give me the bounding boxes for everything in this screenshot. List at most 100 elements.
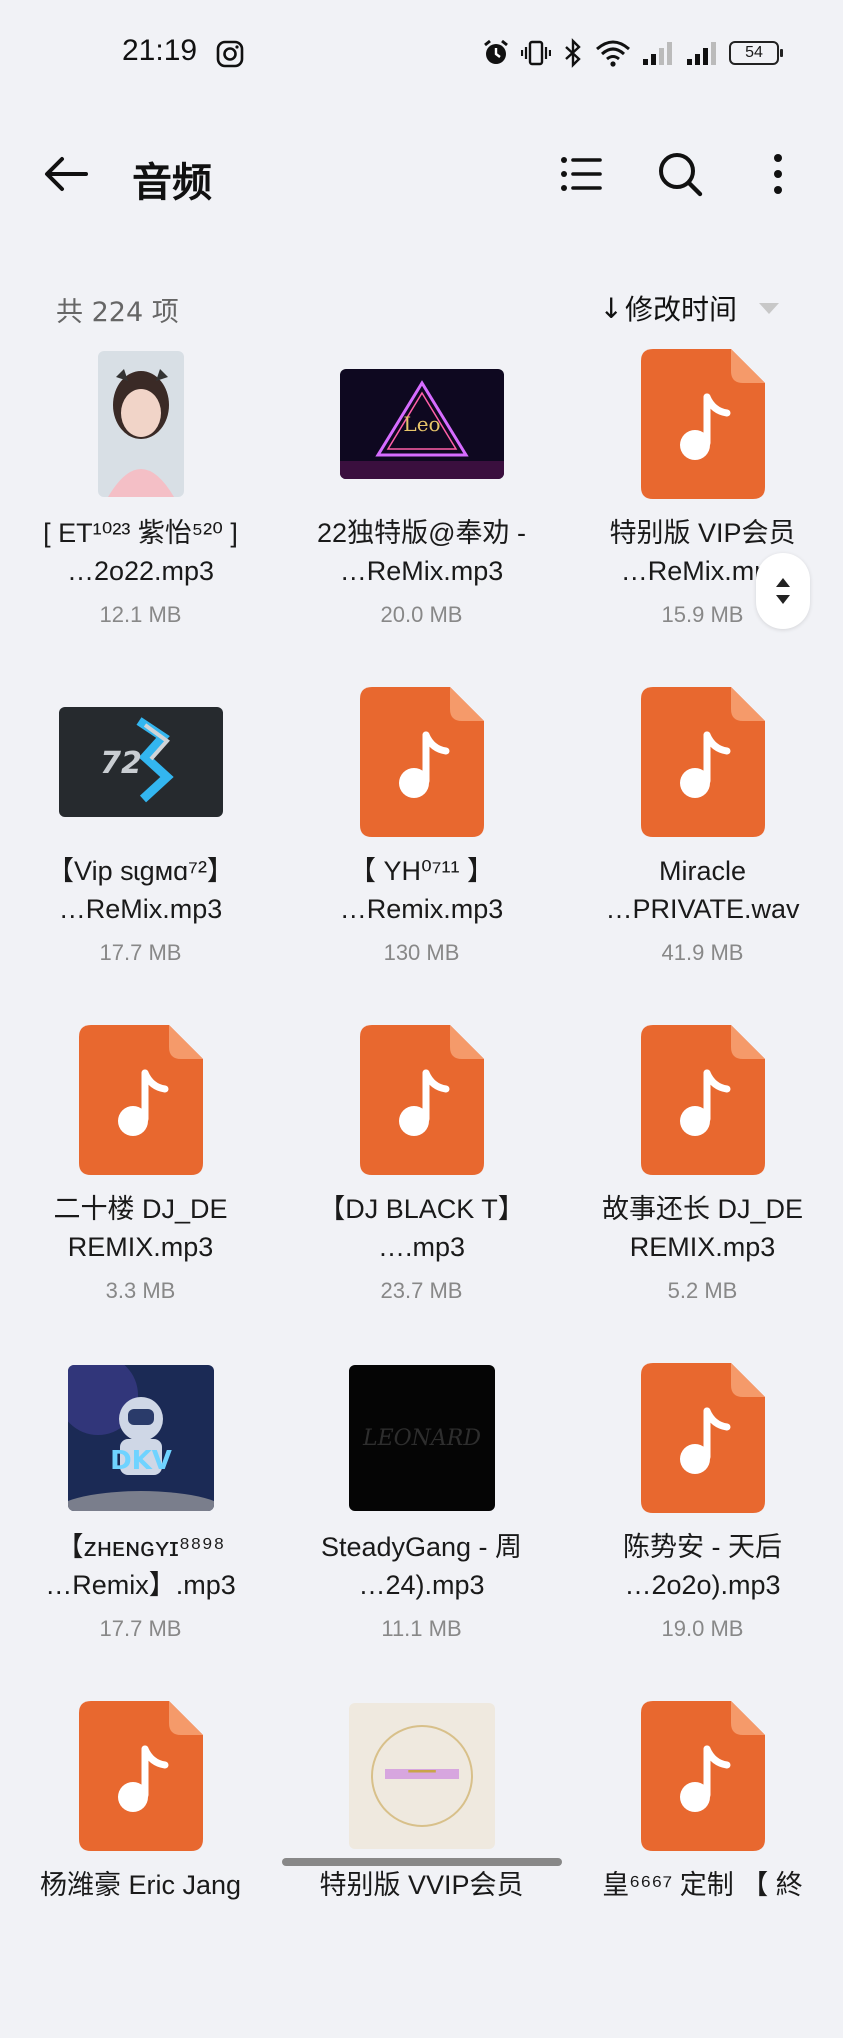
list-view-icon[interactable] bbox=[552, 146, 608, 202]
status-time: 21:19 bbox=[122, 34, 198, 67]
file-item[interactable]: 杨潍豪 Eric Jang bbox=[0, 1700, 281, 2038]
file-thumbnail bbox=[562, 686, 843, 838]
file-name-line1: 二十楼 DJ_DE bbox=[53, 1194, 228, 1224]
svg-text:一: 一 bbox=[407, 1756, 437, 1791]
file-thumbnail bbox=[562, 1024, 843, 1176]
sort-selector[interactable]: ↓ 修改时间 bbox=[600, 288, 779, 328]
file-name: 杨潍豪 Eric Jang bbox=[6, 1866, 275, 1904]
file-name: 22独特版@奉劝 - …ReMix.mp3 bbox=[287, 514, 556, 590]
file-name: 【DJ BLACK T】 ….mp3 bbox=[287, 1190, 556, 1266]
file-thumbnail bbox=[562, 1700, 843, 1852]
file-name-line2: …PRIVATE.wav bbox=[605, 894, 800, 924]
file-name: 特别版 VVIP会员 bbox=[287, 1866, 556, 1904]
file-thumbnail bbox=[562, 348, 843, 500]
file-thumbnail: LEONARD bbox=[281, 1362, 562, 1514]
file-item[interactable]: 故事还长 DJ_DE REMIX.mp3 5.2 MB bbox=[562, 1024, 843, 1362]
signal-icon bbox=[687, 42, 716, 65]
file-name-line2: …24).mp3 bbox=[358, 1570, 485, 1600]
audio-file-icon bbox=[640, 687, 765, 837]
file-size: 19.0 MB bbox=[661, 1616, 744, 1641]
signal-icon bbox=[643, 42, 672, 65]
audio-file-icon bbox=[640, 1363, 765, 1513]
sort-arrow-icon: ↓ bbox=[599, 291, 623, 325]
file-item[interactable]: 二十楼 DJ_DE REMIX.mp3 3.3 MB bbox=[0, 1024, 281, 1362]
file-name-line1: 特别版 VVIP会员 bbox=[319, 1870, 524, 1900]
file-thumbnail bbox=[281, 686, 562, 838]
file-name: [ ET¹⁰²³ 紫怡⁵²⁰ ] …2o22.mp3 bbox=[6, 514, 275, 590]
item-count: 共 224 项 bbox=[56, 297, 179, 328]
file-name: 故事还长 DJ_DE REMIX.mp3 bbox=[568, 1190, 837, 1266]
file-item[interactable]: 【DJ BLACK T】 ….mp3 23.7 MB bbox=[281, 1024, 562, 1362]
file-item[interactable]: 【 YH⁰⁷¹¹ 】 …Remix.mp3 130 MB bbox=[281, 686, 562, 1024]
file-name-line1: 【 YH⁰⁷¹¹ 】 bbox=[348, 856, 495, 886]
file-size: 41.9 MB bbox=[661, 940, 744, 965]
file-item[interactable]: Miracle …PRIVATE.wav 41.9 MB bbox=[562, 686, 843, 1024]
vibrate-icon bbox=[521, 40, 551, 66]
more-vert-icon[interactable] bbox=[750, 146, 806, 202]
file-size: 12.1 MB bbox=[99, 602, 182, 627]
file-item[interactable]: LEONARD SteadyGang - 周 …24).mp3 11.1 MB bbox=[281, 1362, 562, 1700]
file-size: 23.7 MB bbox=[380, 1278, 463, 1303]
page-title: 音频 bbox=[132, 160, 212, 206]
status-icons: 54 bbox=[481, 38, 783, 68]
audio-file-icon bbox=[640, 349, 765, 499]
audio-file-icon bbox=[640, 1025, 765, 1175]
status-bar: 21:19 54 bbox=[0, 0, 843, 108]
file-name-line1: 陈势安 - 天后 bbox=[623, 1532, 782, 1562]
file-size: 17.7 MB bbox=[99, 940, 182, 965]
svg-text:Leo: Leo bbox=[403, 412, 440, 436]
file-name: 【ᴢʜᴇɴɢʏɪ⁸⁸⁹⁸ …Remix】.mp3 bbox=[6, 1528, 275, 1604]
file-name-line1: 故事还长 DJ_DE bbox=[601, 1194, 804, 1224]
file-item[interactable]: 特别版 VIP会员 …ReMix.mp3 15.9 MB bbox=[562, 348, 843, 686]
file-name: 二十楼 DJ_DE REMIX.mp3 bbox=[6, 1190, 275, 1266]
file-name-line1: 【DJ BLACK T】 bbox=[318, 1194, 525, 1224]
fast-scroll-handle[interactable] bbox=[756, 553, 810, 629]
file-name: 皇⁶⁶⁶⁷ 定制 【 終 bbox=[568, 1866, 837, 1904]
search-icon[interactable] bbox=[652, 146, 708, 202]
file-name-line1: [ ET¹⁰²³ 紫怡⁵²⁰ ] bbox=[43, 518, 238, 548]
file-size: 20.0 MB bbox=[380, 602, 463, 627]
file-thumbnail bbox=[281, 1024, 562, 1176]
file-item[interactable]: 一特别版 VVIP会员 bbox=[281, 1700, 562, 2038]
file-name-line1: 杨潍豪 Eric Jang bbox=[39, 1870, 242, 1900]
file-name: Miracle …PRIVATE.wav bbox=[568, 852, 837, 928]
file-name-line1: 皇⁶⁶⁶⁷ 定制 【 終 bbox=[602, 1870, 803, 1900]
battery-icon: 54 bbox=[729, 41, 783, 65]
file-name-line2: …2o2o).mp3 bbox=[624, 1570, 781, 1600]
file-name-line1: 【Vip sɩgмɑ⁷²】 bbox=[47, 856, 234, 886]
file-item[interactable]: 皇⁶⁶⁶⁷ 定制 【 終 bbox=[562, 1700, 843, 2038]
file-item[interactable]: Leo 22独特版@奉劝 - …ReMix.mp3 20.0 MB bbox=[281, 348, 562, 686]
album-art-gold: 一 bbox=[348, 1703, 495, 1849]
file-thumbnail bbox=[562, 1362, 843, 1514]
dropdown-caret-icon bbox=[759, 302, 779, 314]
alarm-icon bbox=[484, 39, 508, 64]
sort-label: 修改时间 bbox=[624, 293, 737, 326]
file-name-line1: 22独特版@奉劝 - bbox=[317, 518, 526, 548]
file-thumbnail bbox=[0, 348, 281, 500]
audio-file-icon bbox=[78, 1701, 203, 1851]
album-art-leonard: LEONARD bbox=[348, 1365, 495, 1511]
file-item[interactable]: 72 【Vip sɩgмɑ⁷²】 …ReMix.mp3 17.7 MB bbox=[0, 686, 281, 1024]
file-name-line2: REMIX.mp3 bbox=[629, 1232, 776, 1262]
file-name-line1: SteadyGang - 周 bbox=[320, 1532, 523, 1562]
file-item[interactable]: [ ET¹⁰²³ 紫怡⁵²⁰ ] …2o22.mp3 12.1 MB bbox=[0, 348, 281, 686]
back-arrow-icon[interactable] bbox=[38, 146, 94, 202]
file-name-line1: Miracle bbox=[658, 856, 746, 886]
svg-text:LEONARD: LEONARD bbox=[361, 1426, 480, 1451]
audio-file-icon bbox=[359, 1025, 484, 1175]
file-item[interactable]: DKV 【ᴢʜᴇɴɢʏɪ⁸⁸⁹⁸ …Remix】.mp3 17.7 MB bbox=[0, 1362, 281, 1700]
battery-level: 54 bbox=[745, 44, 763, 61]
file-item[interactable]: 陈势安 - 天后 …2o2o).mp3 19.0 MB bbox=[562, 1362, 843, 1700]
file-name-line2: ….mp3 bbox=[377, 1232, 466, 1262]
app-bar: 音频 bbox=[0, 108, 843, 238]
file-size: 11.1 MB bbox=[381, 1616, 462, 1641]
bluetooth-icon bbox=[565, 38, 581, 68]
file-name-line2: …Remix.mp3 bbox=[339, 894, 504, 924]
file-name-line2: …ReMix.mp3 bbox=[339, 556, 504, 586]
file-name: 【Vip sɩgмɑ⁷²】 …ReMix.mp3 bbox=[6, 852, 275, 928]
album-art-portrait bbox=[97, 351, 184, 497]
album-art-astronaut: DKV bbox=[67, 1365, 214, 1511]
file-thumbnail: 72 bbox=[0, 686, 281, 838]
file-name-line2: …2o22.mp3 bbox=[66, 556, 215, 586]
file-name: 【 YH⁰⁷¹¹ 】 …Remix.mp3 bbox=[287, 852, 556, 928]
